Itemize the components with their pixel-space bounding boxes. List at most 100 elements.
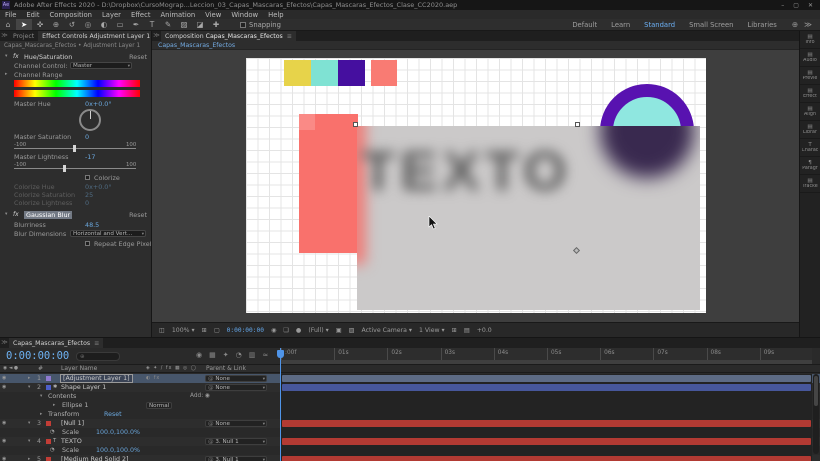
type-tool-icon[interactable]: T: [144, 19, 160, 30]
twirl-icon[interactable]: ▾: [5, 53, 7, 61]
workspace-tab[interactable]: Libraries: [740, 21, 783, 29]
snapshot-icon[interactable]: ◉: [271, 327, 276, 334]
menu-item[interactable]: File: [0, 11, 21, 19]
panel-overflow-icon[interactable]: ≫: [0, 338, 9, 348]
viewer-comp-tab[interactable]: Capas_Mascaras_Efectos: [152, 41, 799, 50]
panel-menu-icon[interactable]: ≡: [287, 33, 292, 40]
colorize-checkbox[interactable]: [85, 175, 90, 180]
menu-item[interactable]: Edit: [21, 11, 44, 19]
layer-duration-bar[interactable]: [282, 456, 811, 461]
twirl-icon[interactable]: ▸: [28, 455, 30, 461]
hue-range-gradient-bar[interactable]: [14, 90, 140, 97]
parent-link-header[interactable]: Parent & Link: [206, 365, 246, 373]
channel-control-select[interactable]: Master: [70, 62, 132, 69]
current-time-display[interactable]: 0:00:00:00: [6, 350, 69, 362]
tab-project[interactable]: Project: [9, 31, 38, 41]
overflow-icon[interactable]: ≫: [804, 20, 812, 29]
grid-guides-icon[interactable]: ⊞: [202, 327, 207, 334]
hue-gradient-bar[interactable]: [14, 80, 140, 87]
workspace-tab[interactable]: Small Screen: [682, 21, 740, 29]
pan-camera-tool-icon[interactable]: ◎: [80, 19, 96, 30]
timeline-row[interactable]: ▸ Transform Reset: [0, 410, 820, 419]
panel-tab-libraries[interactable]: ▤ Librar: [800, 121, 820, 139]
twirl-icon[interactable]: ▸: [28, 374, 30, 383]
menu-item[interactable]: Help: [263, 11, 289, 19]
timeline-toggle-icon[interactable]: ▦: [209, 351, 216, 359]
layer-name[interactable]: Scale: [62, 446, 79, 455]
texto-text-layer[interactable]: TEXTO: [361, 138, 572, 203]
master-hue-value[interactable]: 0x+0.0°: [85, 100, 112, 108]
layer-name-header[interactable]: Layer Name: [61, 365, 97, 373]
twirl-icon[interactable]: ▸: [5, 71, 7, 79]
tab-effect-controls[interactable]: Effect Controls Adjustment Layer 1 ≡: [38, 31, 151, 41]
red-solid-shape[interactable]: [299, 114, 358, 253]
layer-name[interactable]: Ellipse 1: [62, 401, 88, 410]
layer-color-swatch[interactable]: [46, 385, 51, 390]
effect-header-hue-saturation[interactable]: ▾ fx Hue/Saturation Reset: [0, 53, 151, 61]
reset-button[interactable]: Reset: [129, 211, 147, 219]
pixel-aspect-icon[interactable]: ⊞: [452, 327, 457, 334]
parent-select[interactable]: None: [205, 375, 267, 382]
repeat-edge-checkbox[interactable]: [85, 241, 90, 246]
panel-overflow-icon[interactable]: ≫: [0, 31, 9, 41]
fx-icon[interactable]: fx: [13, 53, 19, 61]
panel-tab-align[interactable]: ▤ Align: [800, 103, 820, 121]
layer-name[interactable]: [Medium Red Solid 2]: [61, 455, 128, 461]
home-tool-icon[interactable]: ⌂: [0, 19, 16, 30]
timeline-search-input[interactable]: ⊕: [76, 352, 120, 361]
twirl-icon[interactable]: ▾: [5, 211, 7, 219]
timeline-track[interactable]: [280, 419, 812, 428]
twirl-icon[interactable]: ▾: [40, 392, 42, 401]
timeline-row[interactable]: ▾ Contents Add: ◉: [0, 392, 820, 401]
switches-header-icons[interactable]: ◈ ✦ / fx ▦ ◎ ◯: [146, 365, 197, 373]
panel-tab-tracker[interactable]: ▤ Tracke: [800, 175, 820, 193]
clone-stamp-tool-icon[interactable]: ▨: [176, 19, 192, 30]
layer-color-swatch[interactable]: [46, 421, 51, 426]
mask-visibility-icon[interactable]: ▢: [214, 327, 220, 334]
layer-visibility-icon[interactable]: ◉: [2, 455, 6, 461]
timeline-track[interactable]: [280, 383, 812, 392]
layer-name[interactable]: [Adjustment Layer 1]: [60, 374, 133, 383]
selection-tool-icon[interactable]: ➤: [16, 19, 32, 30]
blend-mode-select[interactable]: Normal: [146, 402, 172, 409]
timeline-row[interactable]: ▸ Ellipse 1 Normal: [0, 401, 820, 410]
reset-button[interactable]: Reset: [129, 53, 147, 61]
canvas-square-purple[interactable]: [338, 60, 365, 86]
twirl-icon[interactable]: ▾: [28, 383, 30, 392]
pan-behind-tool-icon[interactable]: ◐: [96, 19, 112, 30]
viewer-timecode[interactable]: 0:00:00:00: [227, 327, 264, 334]
layer-visibility-icon[interactable]: ◉: [2, 437, 6, 446]
minimize-icon[interactable]: –: [781, 2, 784, 9]
timeline-track[interactable]: [280, 455, 812, 461]
layer-duration-bar[interactable]: [282, 375, 811, 382]
comp-canvas[interactable]: TEXTO: [246, 58, 706, 313]
twirl-icon[interactable]: ▾: [28, 419, 30, 428]
blur-dimensions-select[interactable]: Horizontal and Vert...: [70, 230, 146, 237]
parent-select[interactable]: None: [205, 420, 267, 427]
snapping-control[interactable]: Snapping: [240, 21, 281, 29]
panel-overflow-icon[interactable]: ≫: [152, 31, 161, 41]
timeline-toggle-icon[interactable]: ◉: [196, 351, 202, 359]
timeline-track[interactable]: [280, 428, 812, 437]
timeline-toggle-icon[interactable]: ▥: [249, 351, 256, 359]
workspace-tab[interactable]: Learn: [604, 21, 637, 29]
region-of-interest-icon[interactable]: ▣: [336, 327, 342, 334]
workspace-tab[interactable]: Default: [565, 21, 604, 29]
layer-duration-bar[interactable]: [282, 438, 811, 445]
hand-tool-icon[interactable]: ✜: [32, 19, 48, 30]
selection-handle[interactable]: [575, 122, 580, 127]
timeline-tab[interactable]: Capas_Mascaras_Efectos ≡: [9, 338, 103, 348]
fast-previews-icon[interactable]: ▤: [464, 327, 470, 334]
puppet-tool-icon[interactable]: ✚: [208, 19, 224, 30]
layer-visibility-icon[interactable]: ◉: [2, 374, 6, 383]
blurred-adjustment-region[interactable]: TEXTO: [357, 126, 700, 310]
maximize-icon[interactable]: ▢: [793, 2, 799, 9]
panel-tab-info[interactable]: ▤ Info: [800, 31, 820, 49]
show-snapshot-icon[interactable]: ❏: [283, 327, 289, 334]
slider-track[interactable]: [14, 168, 136, 169]
layer-color-swatch[interactable]: [46, 457, 51, 461]
timeline-track[interactable]: [280, 374, 812, 383]
shape-add-control[interactable]: Add: ◉: [190, 392, 210, 401]
canvas-square-cyan[interactable]: [311, 60, 338, 86]
timeline-track[interactable]: [280, 401, 812, 410]
